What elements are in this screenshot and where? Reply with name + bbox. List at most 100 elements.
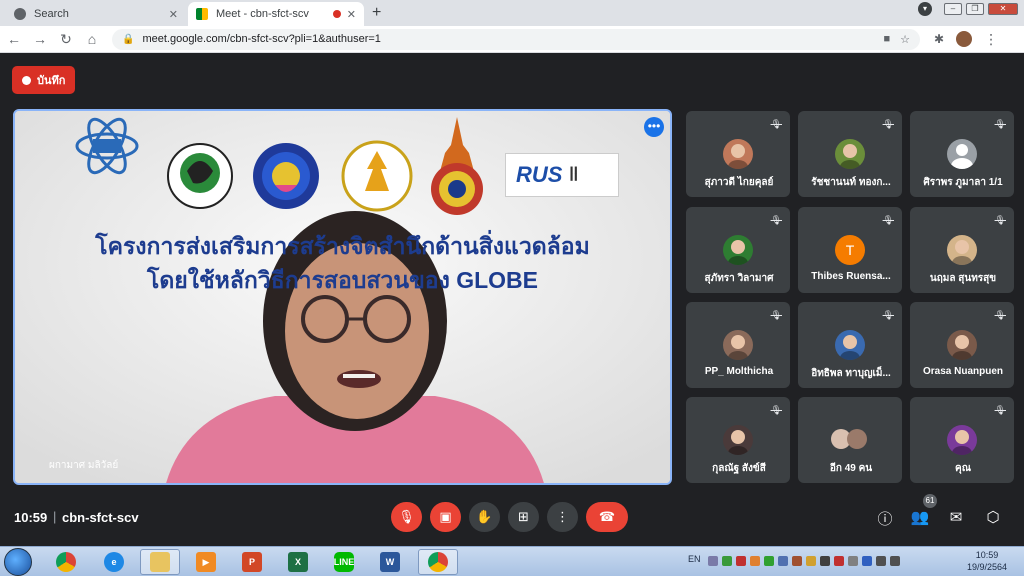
tray-app-icon[interactable] [778,556,788,566]
meeting-time: 10:59 [14,510,48,525]
tab-search[interactable]: Search ✕ [6,2,186,26]
department-seal-icon [341,140,413,212]
participant-tile[interactable]: 🎙︎ PP_ Molthicha [686,302,790,388]
avatar [835,330,865,360]
omnibox[interactable]: 🔒 meet.google.com/cbn-sfct-scv?pli=1&aut… [112,28,920,50]
tray-app-icon[interactable] [806,556,816,566]
restore-button[interactable]: ❐ [966,3,984,15]
lock-icon[interactable]: 🔒 [122,34,134,45]
taskbar-line[interactable]: LINE [324,549,364,575]
network-icon[interactable] [876,556,886,566]
participant-tile[interactable]: 🎙︎ อิทธิพล ทาบุญเม็... [798,302,902,388]
taskbar-chrome[interactable] [46,549,86,575]
participant-name: Orasa Nuanpuen [922,366,1004,377]
mic-muted-icon: 🎙︎ [770,215,782,225]
mic-muted-icon: 🎙︎ [882,310,894,320]
avatar [835,139,865,169]
participant-tile[interactable]: 🎙︎ สุภัทรา วิลามาศ [686,207,790,293]
reload-icon[interactable]: ↻ [54,31,78,48]
camera-in-use-icon[interactable]: ■ [883,33,890,45]
participant-tile[interactable]: 🎙︎ นฤมล สุนทรสุข [910,207,1014,293]
present-button[interactable]: ⊞ [508,502,539,532]
more-vert-icon: ⋮ [556,509,569,524]
home-icon[interactable]: ⌂ [80,31,104,47]
tray-app-icon[interactable] [750,556,760,566]
main-speaker-tile[interactable]: RUS ▌▌ ▌▌ โครงการส่งเสริมการสร้างจิตสำนึก… [13,109,672,485]
tray-app-icon[interactable] [708,556,718,566]
powerpoint-icon: P [242,552,262,572]
tray-app-icon[interactable] [736,556,746,566]
avatar [723,330,753,360]
taskbar-word[interactable]: W [370,549,410,575]
avatar[interactable] [956,31,973,47]
url-text[interactable]: meet.google.com/cbn-sfct-scv?pli=1&authu… [142,33,873,45]
taskbar-chrome-active[interactable] [418,549,458,575]
participant-tile[interactable]: 🎙︎ ศิราพร ภูมาลา 1/1 [910,111,1014,197]
participant-tile[interactable]: 🎙︎ T Thibes Ruensa... [798,207,902,293]
chrome-menu-icon[interactable]: ⋮ [984,31,998,48]
tray-app-icon[interactable] [792,556,802,566]
minimize-button[interactable]: – [944,3,962,15]
mic-muted-icon: 🎙︎ [770,310,782,320]
slide-title-line-2: โดยใช้หลักวิธีการสอบสวนของ GLOBE [147,267,538,293]
avatar [947,330,977,360]
tray-app-icon[interactable] [848,556,858,566]
tab-strip: Search ✕ Meet - cbn-sfct-scv ✕ + ▾ – ❐ ✕ [0,0,1024,26]
tray-app-icon[interactable] [862,556,872,566]
taskbar: e ▶ P X LINE W EN 10:59 19/9/2564 [0,546,1024,576]
tray-app-icon[interactable] [820,556,830,566]
word-icon: W [380,552,400,572]
meeting-details-icon[interactable]: ⓘ [874,508,896,529]
rus-logo-text: RUS [516,162,563,187]
activities-icon[interactable]: ⬡ [982,508,1004,526]
recording-button[interactable]: บันทึก [12,66,76,94]
avatar [828,425,872,455]
more-options-icon[interactable]: ••• [644,117,664,137]
more-actions-button[interactable]: ⋮ [547,502,578,532]
language-indicator[interactable]: EN [688,554,701,564]
back-icon[interactable]: ← [2,31,26,47]
mic-muted-icon: 🎙︎ [994,310,1006,320]
tray-app-icon[interactable] [722,556,732,566]
extensions-icon[interactable]: ✱ [934,32,944,46]
camera-off-button[interactable]: ▣ [430,502,461,532]
window-controls: ▾ – ❐ ✕ [918,2,1018,16]
new-tab-button[interactable]: + [372,4,381,22]
taskbar-powerpoint[interactable]: P [232,549,272,575]
mic-muted-icon: 🎙︎ [882,119,894,129]
participant-count-badge: 61 [923,494,937,508]
present-screen-icon: ⊞ [518,509,529,524]
participant-tile[interactable]: 🎙︎ กุลณัฐ สังข์สี [686,397,790,483]
meet-area: บันทึก RUS ▌▌ ▌▌ โครงการส่งเสริมการสร้าง… [0,53,1024,546]
participant-tile[interactable]: 🎙︎ สุภาวดี ไกยคุลย์ [686,111,790,197]
leave-call-button[interactable]: ☎ [586,502,628,532]
volume-icon[interactable] [890,556,900,566]
participant-tile[interactable]: 🎙︎ คุณ [910,397,1014,483]
mic-off-button[interactable]: 🎙︎ [391,502,422,532]
camera-off-icon: ▣ [439,509,452,524]
bookmark-star-icon[interactable]: ☆ [900,33,910,46]
participant-tile[interactable]: 🎙︎ Orasa Nuanpuen [910,302,1014,388]
system-clock[interactable]: 10:59 19/9/2564 [964,549,1010,573]
close-tab-icon[interactable]: ✕ [347,8,356,21]
participant-tile[interactable]: 🎙︎ รัชชานนท์ ทองก... [798,111,902,197]
tab-search-dropdown-icon[interactable]: ▾ [918,2,932,16]
raise-hand-button[interactable]: ✋ [469,502,500,532]
tray-app-icon[interactable] [834,556,844,566]
avatar [723,235,753,265]
close-tab-icon[interactable]: ✕ [169,8,178,21]
science-logo-icon [75,117,139,175]
taskbar-media[interactable]: ▶ [186,549,226,575]
tray-app-icon[interactable] [764,556,774,566]
taskbar-ie[interactable]: e [94,549,134,575]
people-icon[interactable]: 👥 [909,508,931,526]
taskbar-explorer[interactable] [140,549,180,575]
close-window-button[interactable]: ✕ [988,3,1018,15]
tab-meet[interactable]: Meet - cbn-sfct-scv ✕ [188,2,364,26]
start-button[interactable] [4,548,32,576]
system-tray [708,556,900,566]
chat-icon[interactable]: ✉ [945,508,967,526]
participant-tile[interactable]: อีก 49 คน [798,397,902,483]
forward-icon[interactable]: → [28,31,52,47]
taskbar-excel[interactable]: X [278,549,318,575]
